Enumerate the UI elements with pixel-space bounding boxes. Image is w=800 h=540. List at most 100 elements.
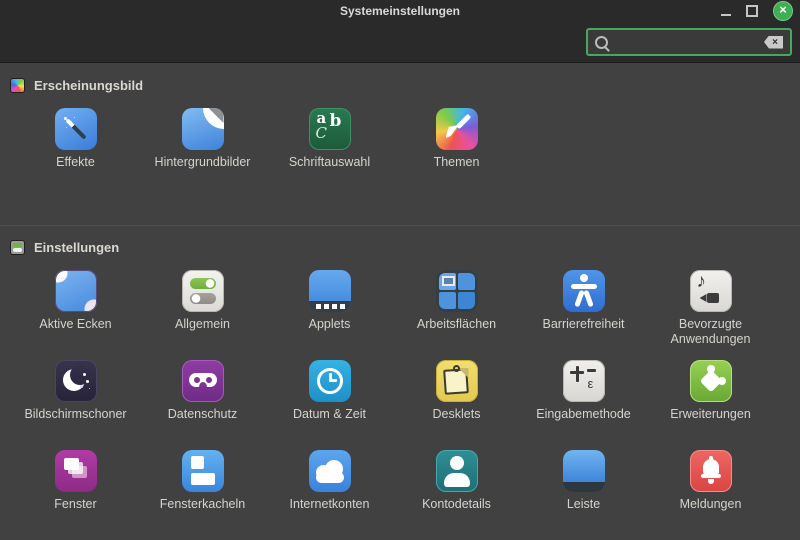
icon-art: [443, 473, 470, 487]
icon-art: [706, 293, 719, 303]
settings-item-internetkonten[interactable]: Internetkonten: [266, 450, 393, 540]
icon-art: [457, 292, 475, 309]
settings-item-icon: [435, 108, 478, 150]
settings-item-barrierefreiheit[interactable]: Barrierefreiheit: [520, 270, 647, 360]
minimize-icon[interactable]: [721, 14, 731, 16]
settings-item-arbeitsflaechen[interactable]: Arbeitsflächen: [393, 270, 520, 360]
settings-item-icon: [308, 270, 351, 312]
search-icon: [595, 35, 608, 49]
settings-item-label: Erweiterungen: [670, 407, 751, 421]
icon-art: [438, 273, 456, 290]
icon-art: [562, 482, 605, 492]
settings-item-label: Barrierefreiheit: [542, 317, 625, 331]
settings-item-schriftauswahl[interactable]: Schriftauswahl: [266, 108, 393, 198]
settings-item-icon: [689, 270, 732, 312]
icon-art: [63, 117, 67, 120]
icon-art: [699, 294, 707, 302]
settings-item-label: Themen: [433, 155, 480, 169]
settings-item-meldungen[interactable]: Meldungen: [647, 450, 774, 540]
settings-item-label: Desklets: [432, 407, 481, 421]
icon-art: [315, 304, 321, 309]
settings-item-leiste[interactable]: Leiste: [520, 450, 647, 540]
settings-item-desklets[interactable]: Desklets: [393, 360, 520, 450]
settings-item-eingabemethode[interactable]: Eingabemethode: [520, 360, 647, 450]
settings-item-label: Kontodetails: [422, 497, 491, 511]
icon-art: [570, 284, 597, 289]
icon-art: [457, 273, 475, 290]
settings-item-icon: [181, 108, 224, 150]
settings-item-label: Hintergrundbilder: [154, 155, 251, 169]
icon-art: [69, 365, 90, 385]
settings-item-icon: [562, 270, 605, 312]
settings-item-icon: [54, 450, 97, 492]
settings-item-datum-zeit[interactable]: Datum & Zeit: [266, 360, 393, 450]
search-input[interactable]: [615, 34, 757, 50]
settings-item-allgemein[interactable]: Allgemein: [139, 270, 266, 360]
settings-item-fenster[interactable]: Fenster: [12, 450, 139, 540]
settings-item-icon: [54, 108, 97, 150]
icon-art: [189, 293, 216, 304]
icon-art: [198, 382, 207, 387]
settings-item-applets[interactable]: Applets: [266, 270, 393, 360]
settings-item-label: Allgemein: [175, 317, 230, 331]
settings-item-kontodetails[interactable]: Kontodetails: [393, 450, 520, 540]
settings-item-themen[interactable]: Themen: [393, 108, 520, 198]
settings-item-icon: [689, 360, 732, 402]
settings-item-icon: [308, 450, 351, 492]
settings-item-label: Effekte: [56, 155, 95, 169]
icon-art: [586, 369, 596, 372]
search-box[interactable]: [586, 28, 792, 56]
section-header: Einstellungen: [0, 237, 800, 257]
icon-art: [190, 456, 204, 469]
settings-item-icon: [181, 360, 224, 402]
section-title: Erscheinungsbild: [34, 77, 144, 93]
icon-art: [82, 373, 86, 376]
icon-art: [449, 456, 464, 470]
search-toolbar: [0, 22, 800, 63]
icon-art: [455, 113, 471, 130]
window-controls: [721, 1, 800, 21]
icon-art: [700, 474, 721, 478]
maximize-icon[interactable]: [746, 5, 758, 17]
settings-item-effekte[interactable]: Effekte: [12, 108, 139, 198]
settings-item-bevorzugte-anwendungen[interactable]: Bevorzugte Anwendungen: [647, 270, 774, 360]
section-title: Einstellungen: [34, 239, 120, 255]
icon-art: [706, 365, 715, 373]
icon-art: [330, 111, 342, 131]
section-erscheinungsbild: Erscheinungsbild Effekte Hintergrundbild…: [0, 63, 800, 225]
icon-art: [579, 274, 588, 282]
settings-item-label: Fenster: [54, 497, 97, 511]
settings-item-hintergrundbilder[interactable]: Hintergrundbilder: [139, 108, 266, 198]
titlebar: Systemeinstellungen: [0, 0, 800, 22]
icon-art: [588, 375, 594, 393]
close-icon[interactable]: [773, 1, 793, 21]
settings-item-icon: [54, 270, 97, 312]
mini-toggles-icon: [10, 239, 25, 255]
settings-item-label: Internetkonten: [289, 497, 370, 511]
icon-art: [64, 118, 87, 140]
settings-item-label: Bevorzugte Anwendungen: [670, 317, 751, 346]
settings-item-erweiterungen[interactable]: Erweiterungen: [647, 360, 774, 450]
settings-item-icon: [435, 450, 478, 492]
icon-art: [708, 456, 713, 460]
icon-art: [697, 271, 707, 293]
settings-item-icon: [435, 270, 478, 312]
tile-grid: Effekte Hintergrundbilder Schriftauswahl…: [0, 108, 800, 198]
icon-art: [328, 379, 337, 382]
settings-item-label: Bildschirmschoner: [24, 407, 127, 421]
settings-item-label: Arbeitsflächen: [416, 317, 497, 331]
settings-item-icon: [562, 450, 605, 492]
settings-item-label: Eingabemethode: [536, 407, 631, 421]
icon-art: [316, 124, 327, 143]
section-header: Erscheinungsbild: [0, 75, 800, 95]
clear-search-icon[interactable]: [764, 35, 783, 49]
icon-art: [189, 278, 216, 289]
settings-item-icon: [435, 360, 478, 402]
icon-art: [702, 459, 719, 474]
settings-item-aktive-ecken[interactable]: Aktive Ecken: [12, 270, 139, 360]
settings-item-bildschirmschoner[interactable]: Bildschirmschoner: [12, 360, 139, 450]
settings-item-fensterkacheln[interactable]: Fensterkacheln: [139, 450, 266, 540]
icon-art: [63, 458, 79, 470]
settings-item-datenschutz[interactable]: Datenschutz: [139, 360, 266, 450]
settings-item-label: Datum & Zeit: [293, 407, 366, 421]
